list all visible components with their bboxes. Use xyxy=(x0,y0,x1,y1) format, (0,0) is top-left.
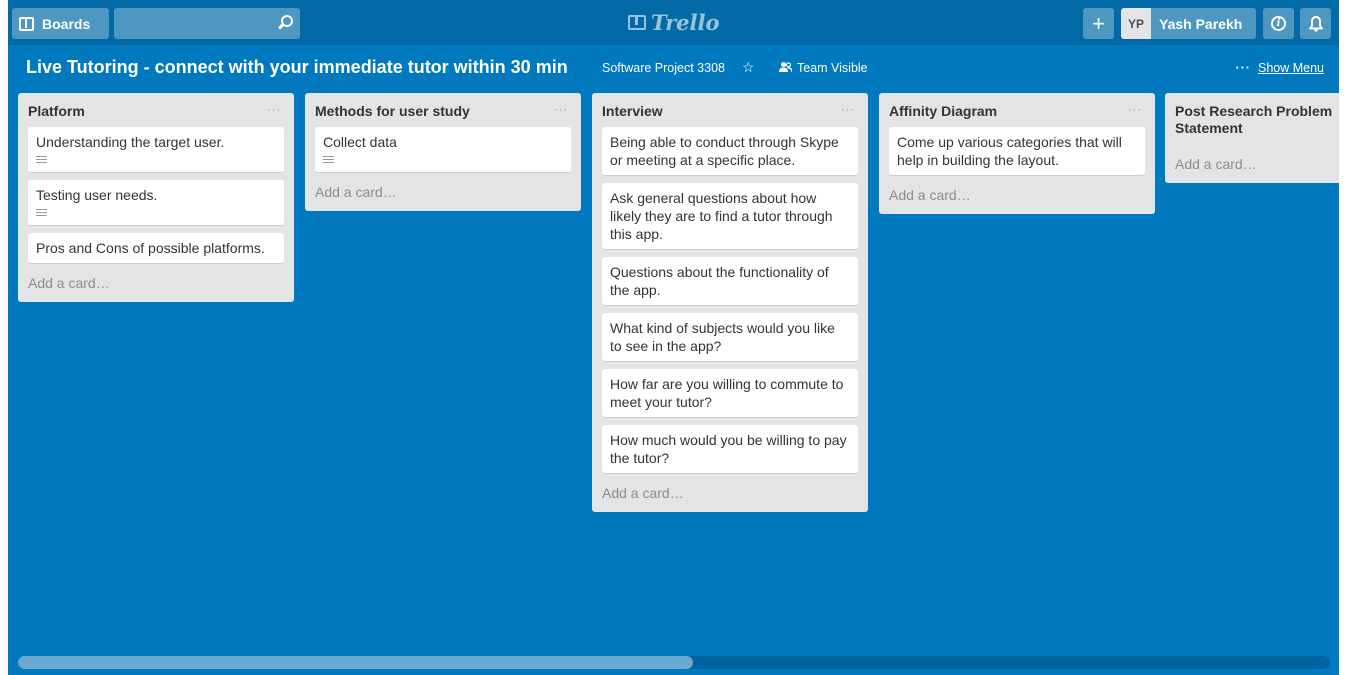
board-canvas: Boards Trello + YP Yash Parekh i Live Tu… xyxy=(8,0,1339,675)
plus-icon: + xyxy=(1092,10,1105,36)
add-card-button[interactable]: Add a card… xyxy=(1175,155,1339,175)
card-title: Collect data xyxy=(323,134,397,150)
add-button[interactable]: + xyxy=(1083,8,1114,39)
boards-label: Boards xyxy=(42,15,91,32)
show-menu-link[interactable]: Show Menu xyxy=(1258,61,1324,75)
list-interview: Interview ··· Being able to conduct thro… xyxy=(592,93,868,512)
list-title[interactable]: Methods for user study xyxy=(315,103,571,120)
list-menu-icon[interactable]: ··· xyxy=(1128,104,1142,116)
description-icon xyxy=(36,209,47,219)
organization-link[interactable]: Software Project 3308 xyxy=(602,61,725,75)
search-input[interactable] xyxy=(114,8,300,39)
list-card[interactable]: How far are you willing to commute to me… xyxy=(602,369,858,418)
board-header: Live Tutoring - connect with your immedi… xyxy=(8,45,1339,90)
list-card[interactable]: Testing user needs. xyxy=(28,180,284,226)
list-card[interactable]: Pros and Cons of possible platforms. xyxy=(28,233,284,264)
list-title[interactable]: Affinity Diagram xyxy=(889,103,1145,120)
list-platform: Platform ··· Understanding the target us… xyxy=(18,93,294,302)
list-card[interactable]: Come up various categories that will hel… xyxy=(889,127,1145,176)
info-button[interactable]: i xyxy=(1263,8,1294,39)
card-title: Testing user needs. xyxy=(36,187,158,203)
list-title[interactable]: Interview xyxy=(602,103,858,120)
boards-button[interactable]: Boards xyxy=(12,8,109,39)
list-affinity-diagram: Affinity Diagram ··· Come up various cat… xyxy=(879,93,1155,214)
show-menu-button[interactable]: ··· Show Menu xyxy=(1235,61,1324,75)
list-card[interactable]: Questions about the functionality of the… xyxy=(602,257,858,306)
list-header: Affinity Diagram ··· xyxy=(889,93,1145,127)
member-menu-button[interactable]: YP Yash Parekh xyxy=(1121,8,1256,39)
search-icon[interactable] xyxy=(281,15,293,27)
list-methods-for-user-study: Methods for user study ··· Collect data … xyxy=(305,93,581,211)
card-title: How far are you willing to commute to me… xyxy=(610,376,844,410)
menu-dots-icon: ··· xyxy=(1235,61,1251,75)
list-post-research-problem-statement: Post Research Problem Statement Add a ca… xyxy=(1165,93,1339,183)
add-card-button[interactable]: Add a card… xyxy=(28,271,284,294)
card-title: Pros and Cons of possible platforms. xyxy=(36,240,265,256)
card-title: Being able to conduct through Skype or m… xyxy=(610,134,839,168)
trello-logo-icon xyxy=(628,14,646,30)
list-card[interactable]: Collect data xyxy=(315,127,571,173)
card-title: Questions about the functionality of the… xyxy=(610,264,829,298)
list-card[interactable]: Being able to conduct through Skype or m… xyxy=(602,127,858,176)
add-card-button[interactable]: Add a card… xyxy=(602,481,858,504)
list-header: Post Research Problem Statement xyxy=(1175,93,1339,155)
trello-logo[interactable]: Trello xyxy=(628,8,720,36)
visibility-button[interactable]: Team Visible xyxy=(797,61,868,75)
boards-icon xyxy=(19,16,34,31)
card-title: Come up various categories that will hel… xyxy=(897,134,1122,168)
card-title: Ask general questions about how likely t… xyxy=(610,190,833,242)
list-title[interactable]: Post Research Problem Statement xyxy=(1175,103,1339,137)
avatar: YP xyxy=(1121,8,1151,39)
add-card-button[interactable]: Add a card… xyxy=(889,183,1145,206)
card-title: Understanding the target user. xyxy=(36,134,225,150)
list-card[interactable]: Understanding the target user. xyxy=(28,127,284,173)
list-card[interactable]: What kind of subjects would you like to … xyxy=(602,313,858,362)
list-card[interactable]: How much would you be willing to pay the… xyxy=(602,425,858,474)
add-card-button[interactable]: Add a card… xyxy=(315,180,571,203)
list-menu-icon[interactable]: ··· xyxy=(554,104,568,116)
info-icon: i xyxy=(1271,16,1286,31)
list-header: Methods for user study ··· xyxy=(315,93,571,127)
list-header: Interview ··· xyxy=(602,93,858,127)
horizontal-scrollbar-thumb[interactable] xyxy=(18,656,693,669)
list-title[interactable]: Platform xyxy=(28,103,284,120)
board-title[interactable]: Live Tutoring - connect with your immedi… xyxy=(26,57,568,78)
list-card[interactable]: Ask general questions about how likely t… xyxy=(602,183,858,250)
list-menu-icon[interactable]: ··· xyxy=(267,104,281,116)
description-icon xyxy=(323,156,334,166)
bell-icon xyxy=(1308,15,1323,31)
description-icon xyxy=(36,156,47,166)
notifications-button[interactable] xyxy=(1300,8,1331,39)
list-menu-icon[interactable]: ··· xyxy=(841,104,855,116)
card-title: How much would you be willing to pay the… xyxy=(610,432,847,466)
list-header: Platform ··· xyxy=(28,93,284,127)
user-name: Yash Parekh xyxy=(1159,15,1243,32)
card-title: What kind of subjects would you like to … xyxy=(610,320,835,354)
team-icon xyxy=(779,61,793,76)
top-header: Boards Trello + YP Yash Parekh i xyxy=(8,0,1339,45)
logo-text: Trello xyxy=(651,9,720,35)
star-icon[interactable]: ☆ xyxy=(742,59,755,76)
